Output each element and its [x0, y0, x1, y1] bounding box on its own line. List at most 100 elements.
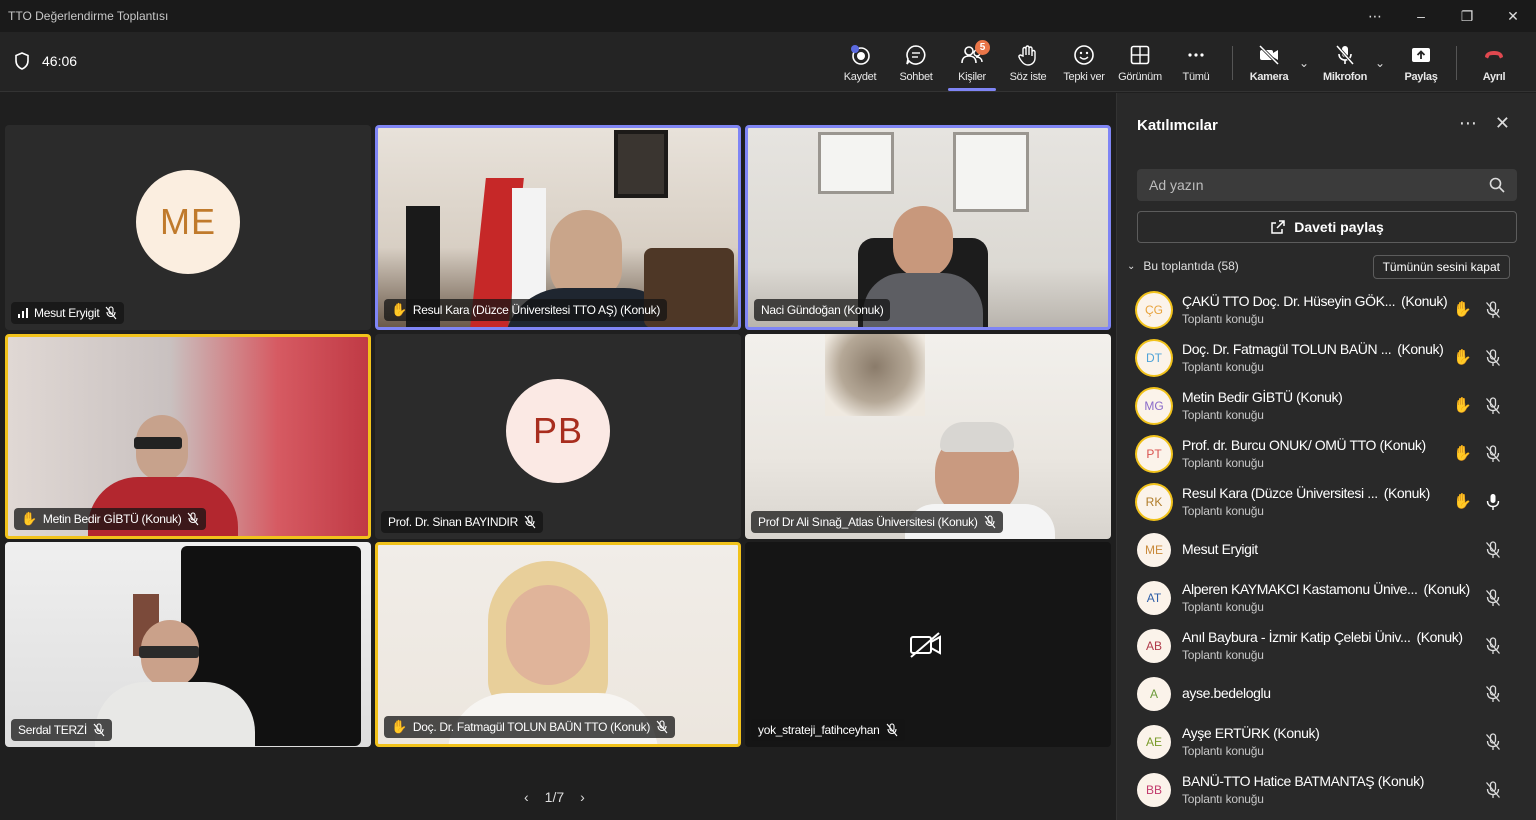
close-panel-icon[interactable]: ✕ [1495, 113, 1510, 134]
participant-role: Toplantı konuğu [1182, 792, 1264, 806]
participant-row[interactable]: MG Metin Bedir GİBTÜ (Konuk) Toplantı konu… [1117, 381, 1536, 429]
leave-button[interactable]: Ayrıl [1466, 38, 1522, 88]
mic-off-icon [1335, 45, 1355, 65]
view-button[interactable]: Görünüm [1112, 38, 1168, 88]
person-body [95, 682, 255, 747]
mic-off-icon[interactable] [1485, 301, 1501, 319]
portrait-photo [825, 334, 925, 416]
mic-off-icon [524, 515, 536, 529]
next-page-icon[interactable]: › [580, 789, 585, 805]
participant-role: Toplantı konuğu [1182, 408, 1264, 422]
guest-tag: (Konuk) [1416, 629, 1463, 645]
toolbar-divider [1232, 46, 1233, 80]
share-invite-button[interactable]: Daveti paylaş [1137, 211, 1517, 243]
more-button[interactable]: Tümü [1168, 38, 1224, 88]
camera-button[interactable]: Kamera [1241, 38, 1297, 88]
participant-row[interactable]: ME Mesut Eryigit [1117, 525, 1536, 573]
mic-off-icon[interactable] [1485, 781, 1501, 799]
avatar: DT [1137, 341, 1171, 375]
person-head [550, 210, 622, 300]
participant-row[interactable]: ÇG ÇAKÜ TTO Doç. Dr. Hüseyin GÖK... (Konuk… [1117, 285, 1536, 333]
chat-button[interactable]: Sohbet [888, 38, 944, 88]
participant-video-tile[interactable]: ✋ Metin Bedir GİBTÜ (Konuk) [5, 334, 371, 539]
participant-tile[interactable]: ME Mesut Eryigit [5, 125, 371, 330]
participant-tile[interactable]: PB Prof. Dr. Sinan BAYINDIR [375, 334, 741, 539]
mic-off-icon [984, 515, 995, 529]
share-button[interactable]: Paylaş [1393, 38, 1449, 88]
participant-name-text: BANÜ-TTO Hatice BATMANTAŞ (Konuk) [1182, 773, 1424, 789]
mic-off-icon [656, 720, 668, 734]
mic-off-icon[interactable] [1485, 397, 1501, 415]
toolbar-divider-2 [1456, 46, 1457, 80]
participant-list: ÇG ÇAKÜ TTO Doç. Dr. Hüseyin GÖK... (Konuk… [1117, 285, 1536, 813]
participant-name: Resul Kara (Düzce Üniversitesi ... (Konuk… [1182, 485, 1430, 501]
participant-video-tile[interactable]: Prof Dr Ali Sınağ_Atlas Üniversitesi (Ko… [745, 334, 1111, 539]
more-options-icon[interactable]: ⋯ [1352, 8, 1398, 25]
search-input[interactable] [1149, 177, 1489, 193]
camera-off-icon [1258, 44, 1280, 66]
participant-name-text: Ayşe ERTÜRK (Konuk) [1182, 725, 1320, 741]
chevron-down-icon: ⌄ [1127, 260, 1136, 272]
participant-video-tile[interactable]: ✋ Resul Kara (Düzce Üniversitesi TTO AŞ)… [375, 125, 741, 330]
mic-off-icon [886, 723, 897, 737]
participant-row[interactable]: RK Resul Kara (Düzce Üniversitesi ... (Kon… [1117, 477, 1536, 525]
raised-hand-icon: ✋ [1453, 445, 1472, 462]
name-label: ✋ Doç. Dr. Fatmagül TOLUN BAÜN TTO (Konu… [384, 716, 676, 738]
restore-icon[interactable]: ❐ [1444, 8, 1490, 25]
record-button[interactable]: Kaydet [832, 38, 888, 88]
share-icon [1412, 48, 1430, 62]
participant-video-tile[interactable]: Naci Gündoğan (Konuk) [745, 125, 1111, 330]
record-icon [851, 45, 870, 65]
participant-search [1137, 169, 1517, 201]
panel-title: Katılımcılar [1137, 117, 1218, 134]
search-icon[interactable] [1489, 177, 1505, 193]
participant-row[interactable]: AT Alperen KAYMAKCI Kastamonu Ünive... (Ko… [1117, 573, 1536, 621]
camera-options-chevron-icon[interactable]: ⌄ [1299, 56, 1309, 70]
name-label: ✋ Metin Bedir GİBTÜ (Konuk) [14, 508, 207, 530]
react-button[interactable]: Tepki ver [1056, 38, 1112, 88]
window-controls: ⋯ – ❐ ✕ [1352, 0, 1536, 32]
participant-name: Mesut Eryigit [1182, 541, 1258, 557]
mic-button[interactable]: Mikrofon [1317, 38, 1373, 88]
participant-role: Toplantı konuğu [1182, 504, 1264, 518]
participant-row[interactable]: Aayse.bedeloglu [1117, 669, 1536, 717]
participant-row[interactable]: PT Prof. dr. Burcu ONUK/ OMÜ TTO (Konuk) T… [1117, 429, 1536, 477]
mic-off-icon[interactable] [1485, 349, 1501, 367]
participant-tile[interactable]: yok_strateji_fatihceyhan [745, 542, 1111, 747]
mic-on-icon[interactable] [1485, 493, 1501, 511]
raised-hand-icon: ✋ [391, 302, 407, 317]
avatar: AB [1137, 629, 1171, 663]
in-meeting-section[interactable]: ⌄ Bu toplantıda (58) [1127, 259, 1239, 273]
mute-all-button[interactable]: Tümünün sesini kapat [1372, 255, 1510, 279]
mic-off-icon[interactable] [1485, 589, 1501, 607]
mic-off-icon[interactable] [1485, 445, 1501, 463]
grid-icon [1130, 45, 1150, 65]
close-window-icon[interactable]: ✕ [1490, 8, 1536, 25]
mic-off-icon[interactable] [1485, 541, 1501, 559]
name-label: yok_strateji_fatihceyhan [751, 719, 905, 741]
previous-page-icon[interactable]: ‹ [524, 789, 529, 805]
participant-name-text: ayse.bedeloglu [1182, 685, 1271, 701]
people-button[interactable]: 5 Kişiler [944, 38, 1000, 91]
participant-row[interactable]: AB Anıl Baybura - İzmir Katip Çelebi Üniv… [1117, 621, 1536, 669]
participant-name: Prof. dr. Burcu ONUK/ OMÜ TTO (Konuk) [1182, 437, 1426, 453]
guest-tag: (Konuk) [1397, 341, 1444, 357]
participant-video-tile[interactable]: Serdal TERZİ [5, 542, 371, 747]
participant-row[interactable]: DT Doç. Dr. Fatmagül TOLUN BAÜN ... (Konuk… [1117, 333, 1536, 381]
person-hair [940, 422, 1014, 452]
participant-row[interactable]: BB BANÜ-TTO Hatice BATMANTAŞ (Konuk) Topla… [1117, 765, 1536, 813]
mic-off-icon[interactable] [1485, 637, 1501, 655]
mic-off-icon[interactable] [1485, 685, 1501, 703]
mic-options-chevron-icon[interactable]: ⌄ [1375, 56, 1385, 70]
participant-name: Anıl Baybura - İzmir Katip Çelebi Üniv..… [1182, 629, 1463, 645]
raise-hand-button[interactable]: Söz iste [1000, 38, 1056, 88]
participant-row[interactable]: AE Ayşe ERTÜRK (Konuk) Toplantı konuğu [1117, 717, 1536, 765]
participant-video-tile[interactable]: ✋ Doç. Dr. Fatmagül TOLUN BAÜN TTO (Konu… [375, 542, 741, 747]
participant-role: Toplantı konuğu [1182, 744, 1264, 758]
participants-panel: Katılımcılar ⋯ ✕ Daveti paylaş ⌄ Bu topl… [1116, 93, 1536, 820]
mic-off-icon[interactable] [1485, 733, 1501, 751]
participant-name-text: Resul Kara (Düzce Üniversitesi ... [1182, 485, 1378, 501]
panel-more-icon[interactable]: ⋯ [1459, 113, 1477, 134]
name-label: ✋ Resul Kara (Düzce Üniversitesi TTO AŞ)… [384, 299, 668, 321]
minimize-icon[interactable]: – [1398, 8, 1444, 24]
